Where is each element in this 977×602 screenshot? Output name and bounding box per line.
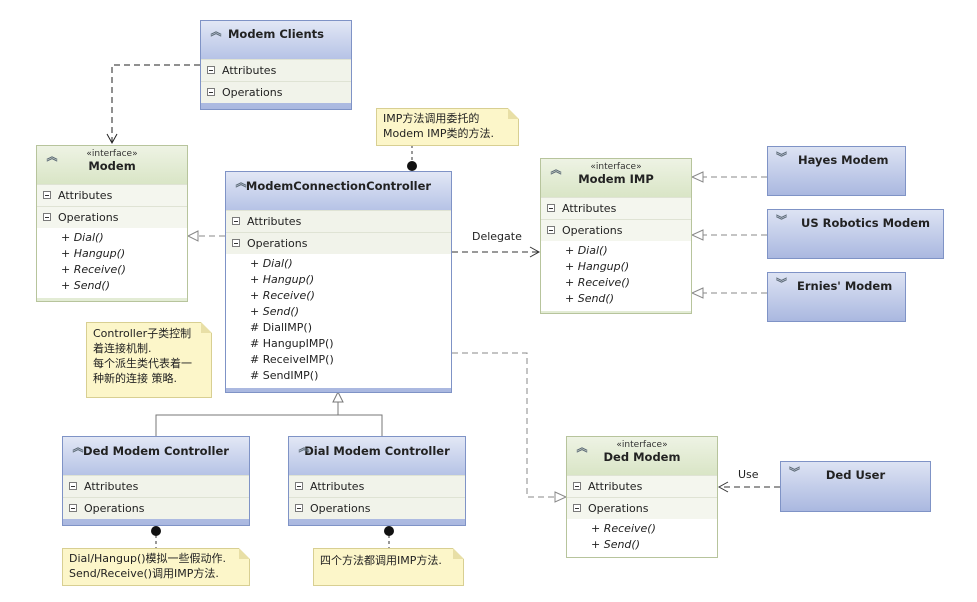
collapse-icon[interactable]: ︽ [549,164,563,177]
operation-item[interactable]: + Receive() [567,521,717,537]
class-title: Dial Modem Controller [304,444,450,458]
arrowhead-hollow-triangle [186,230,199,242]
stereotype-label: «interface» [616,440,668,450]
operation-item[interactable]: # SendIMP() [226,368,451,384]
collapse-icon[interactable] [43,213,51,221]
arrowhead-open [106,133,118,145]
note-dial-controller[interactable]: 四个方法都调用IMP方法. [313,548,464,586]
collapse-icon[interactable] [69,482,77,490]
collapse-icon[interactable] [573,482,581,490]
operations-list: + Dial() + Hangup() + Receive() + Send()… [226,254,451,388]
operation-item[interactable]: # HangupIMP() [226,336,451,352]
class-title: Ded Modem Controller [83,444,229,458]
operation-item[interactable]: + Dial() [37,230,187,246]
collapse-icon[interactable] [207,66,215,74]
note-ded-controller[interactable]: Dial/Hangup()模拟一些假动作. Send/Receive()调用IM… [62,548,250,586]
collapse-icon[interactable]: ︽ [575,442,589,455]
collapse-icon[interactable]: ︽ [45,151,59,164]
class-dial-modem-controller[interactable]: ︽ Dial Modem Controller Attributes Opera… [288,436,466,526]
arrowhead-open [529,246,541,258]
collapse-icon[interactable]: ︽ [234,177,248,190]
attributes-section[interactable]: Attributes [226,210,451,232]
attributes-section[interactable]: Attributes [63,475,249,497]
interface-ded-modem[interactable]: ︽ «interface» Ded Modem Attributes Opera… [566,436,718,558]
operation-item[interactable]: + Hangup() [541,259,691,275]
attributes-section[interactable]: Attributes [37,184,187,206]
class-title: Hayes Modem [798,153,889,167]
operation-item[interactable]: + Receive() [37,262,187,278]
class-modem-connection-controller[interactable]: ︽ ModemConnectionController Attributes O… [225,171,452,393]
collapse-icon[interactable] [573,504,581,512]
operation-item[interactable]: + Send() [226,304,451,320]
attributes-section[interactable]: Attributes [289,475,465,497]
collapse-icon[interactable]: ︽ [209,26,223,39]
class-title: ModemConnectionController [245,179,432,193]
collapse-icon[interactable] [207,88,215,96]
class-ernies-modem[interactable]: ︾ Ernies' Modem [767,272,906,322]
collapse-icon[interactable] [295,504,303,512]
class-title: Modem Clients [227,27,324,41]
realization-controller-to-dedmodem [452,352,555,498]
operations-section[interactable]: Operations [567,497,717,519]
attributes-section[interactable]: Attributes [541,197,691,219]
expand-icon[interactable]: ︾ [776,215,790,228]
operation-item[interactable]: + Send() [567,537,717,553]
collapse-icon[interactable]: ︽ [71,442,85,455]
attributes-section[interactable]: Attributes [567,475,717,497]
collapse-icon[interactable] [295,482,303,490]
expand-icon[interactable]: ︾ [776,278,790,291]
operation-item[interactable]: # DialIMP() [226,320,451,336]
operations-list: + Dial() + Hangup() + Receive() + Send() [37,228,187,298]
operation-item[interactable]: + Send() [541,291,691,307]
class-modem-clients[interactable]: ︽ Modem Clients Attributes Operations [200,20,352,110]
operation-item[interactable]: # ReceiveIMP() [226,352,451,368]
operations-section[interactable]: Operations [226,232,451,254]
class-title: Modem IMP [578,172,654,186]
stereotype-label: «interface» [590,162,642,172]
dependency-clients-to-modem [111,64,200,143]
class-title: US Robotics Modem [801,216,930,230]
class-title: Ded Modem [603,450,681,464]
interface-modem-imp[interactable]: ︽ «interface» Modem IMP Attributes Opera… [540,158,692,314]
collapse-icon[interactable] [232,239,240,247]
collapse-icon[interactable]: ︽ [297,442,311,455]
operation-item[interactable]: + Hangup() [226,272,451,288]
collapse-icon[interactable] [232,217,240,225]
operations-section[interactable]: Operations [541,219,691,241]
class-hayes-modem[interactable]: ︾ Hayes Modem [767,146,906,196]
operation-item[interactable]: + Dial() [541,243,691,259]
class-ded-user[interactable]: ︾ Ded User [780,461,931,512]
arrowhead-hollow-triangle [332,390,344,403]
collapse-icon[interactable] [43,191,51,199]
generalization-tree [155,402,383,437]
note-controller-strategy[interactable]: Controller子类控制 着连接机制. 每个派生类代表着一 种新的连接 策略… [86,322,212,398]
operations-section[interactable]: Operations [289,497,465,519]
collapse-icon[interactable] [547,226,555,234]
operation-item[interactable]: + Send() [37,278,187,294]
collapse-icon[interactable] [69,504,77,512]
class-title: Modem [88,159,136,173]
note-imp-delegation[interactable]: IMP方法调用委托的 Modem IMP类的方法. [376,108,519,146]
expand-icon[interactable]: ︾ [776,152,790,165]
operation-item[interactable]: + Receive() [541,275,691,291]
operation-item[interactable]: + Hangup() [37,246,187,262]
interface-modem[interactable]: ︽ «interface» Modem Attributes Operation… [36,145,188,302]
operations-section[interactable]: Operations [63,497,249,519]
class-title: Ded User [825,468,886,482]
operation-item[interactable]: + Dial() [226,256,451,272]
anchor-dot [407,161,417,171]
class-us-robotics-modem[interactable]: ︾ US Robotics Modem [767,209,944,259]
collapse-icon[interactable] [547,204,555,212]
class-title: Ernies' Modem [797,279,893,293]
class-ded-modem-controller[interactable]: ︽ Ded Modem Controller Attributes Operat… [62,436,250,526]
operations-section[interactable]: Operations [37,206,187,228]
operations-list: + Receive() + Send() [567,519,717,557]
operation-item[interactable]: + Receive() [226,288,451,304]
delegate-label: Delegate [472,230,522,243]
operations-section[interactable]: Operations [201,81,351,103]
use-label: Use [738,468,759,481]
stereotype-label: «interface» [86,149,138,159]
attributes-section[interactable]: Attributes [201,59,351,81]
operations-list: + Dial() + Hangup() + Receive() + Send() [541,241,691,311]
